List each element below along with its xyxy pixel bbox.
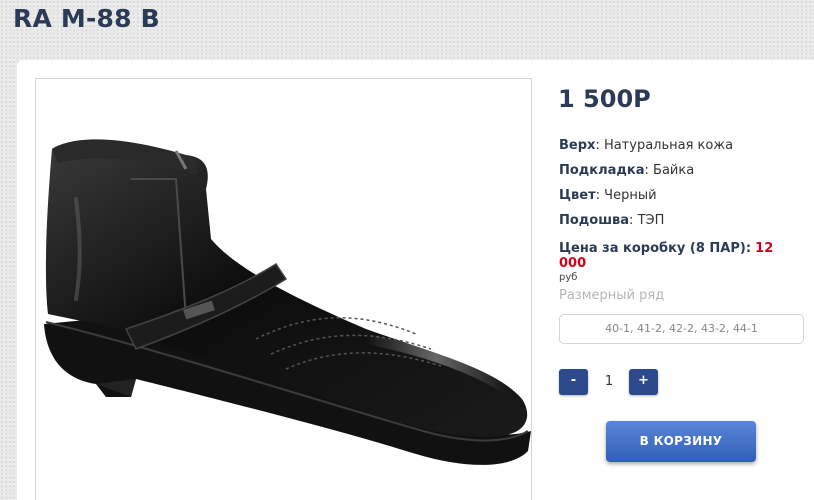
- size-range-label: Размерный ряд: [559, 288, 665, 303]
- spec-label: Подошва: [559, 213, 630, 228]
- quantity-minus-button[interactable]: -: [559, 369, 588, 395]
- spec-label: Подкладка: [559, 163, 645, 178]
- product-specs: Верх: Натуральная кожа Подкладка: Байка …: [559, 137, 804, 237]
- spec-label: Цвет: [559, 188, 596, 203]
- box-price-label: Цена за коробку (8 ПАР):: [559, 241, 752, 256]
- box-price-unit: руб: [559, 272, 578, 283]
- size-range-select[interactable]: 40-1, 41-2, 42-2, 43-2, 44-1: [559, 314, 804, 344]
- product-image[interactable]: [35, 78, 532, 500]
- spec-value: ТЭП: [637, 213, 665, 228]
- boot-photo: [44, 139, 531, 465]
- spec-value: Байка: [653, 163, 695, 178]
- product-title: RA M-88 B: [13, 4, 160, 33]
- spec-upper: Верх: Натуральная кожа: [559, 138, 734, 153]
- spec-color: Цвет: Черный: [559, 188, 657, 203]
- spec-sole: Подошва: ТЭП: [559, 213, 665, 228]
- quantity-plus-button[interactable]: +: [629, 369, 658, 395]
- spec-value: Натуральная кожа: [603, 138, 734, 153]
- box-price: Цена за коробку (8 ПАР): 12 000 руб: [559, 241, 804, 283]
- add-to-cart-button[interactable]: В КОРЗИНУ: [606, 421, 756, 462]
- quantity-stepper: - 1 +: [559, 369, 679, 395]
- quantity-input[interactable]: 1: [593, 369, 625, 395]
- spec-label: Верх: [559, 138, 596, 153]
- spec-lining: Подкладка: Байка: [559, 163, 695, 178]
- product-price: 1 500Р: [558, 85, 651, 113]
- spec-value: Черный: [604, 188, 657, 203]
